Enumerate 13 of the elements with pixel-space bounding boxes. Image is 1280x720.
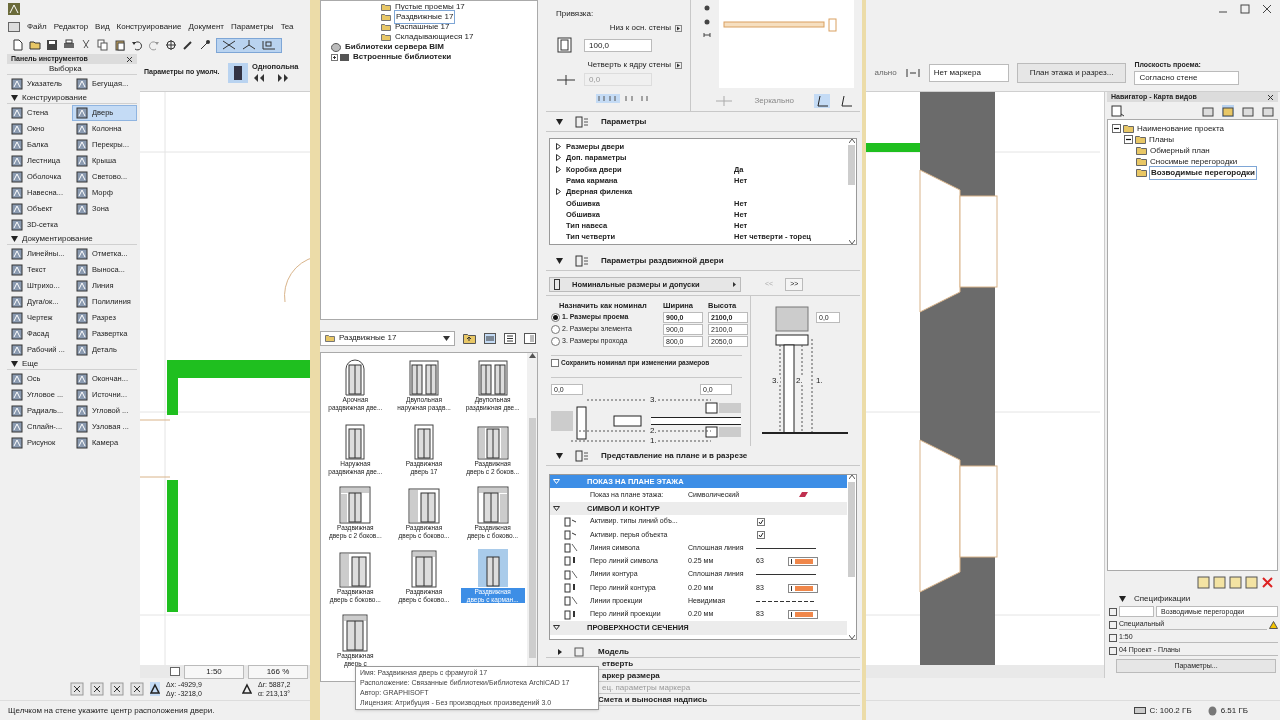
mirror-label: ально	[874, 66, 897, 79]
dimension-label: 3.	[771, 376, 780, 385]
dimension-label: 3.	[649, 395, 658, 404]
field-label: Четверть к ядру стены	[587, 59, 671, 71]
dimension-label: 2.	[795, 376, 804, 385]
memory-usage: 6.51 ГБ	[1220, 704, 1248, 717]
mirror-label: Зеркально	[754, 95, 794, 107]
dimension-label: 1.	[649, 436, 658, 445]
dimension-label: 2.	[649, 426, 658, 435]
field-label: Низ к осн. стены	[609, 22, 671, 34]
disk-space: С: 100.2 ГБ	[1149, 704, 1192, 717]
dimension-label: 1.	[815, 376, 824, 385]
field-label: Привязка:	[556, 8, 595, 20]
